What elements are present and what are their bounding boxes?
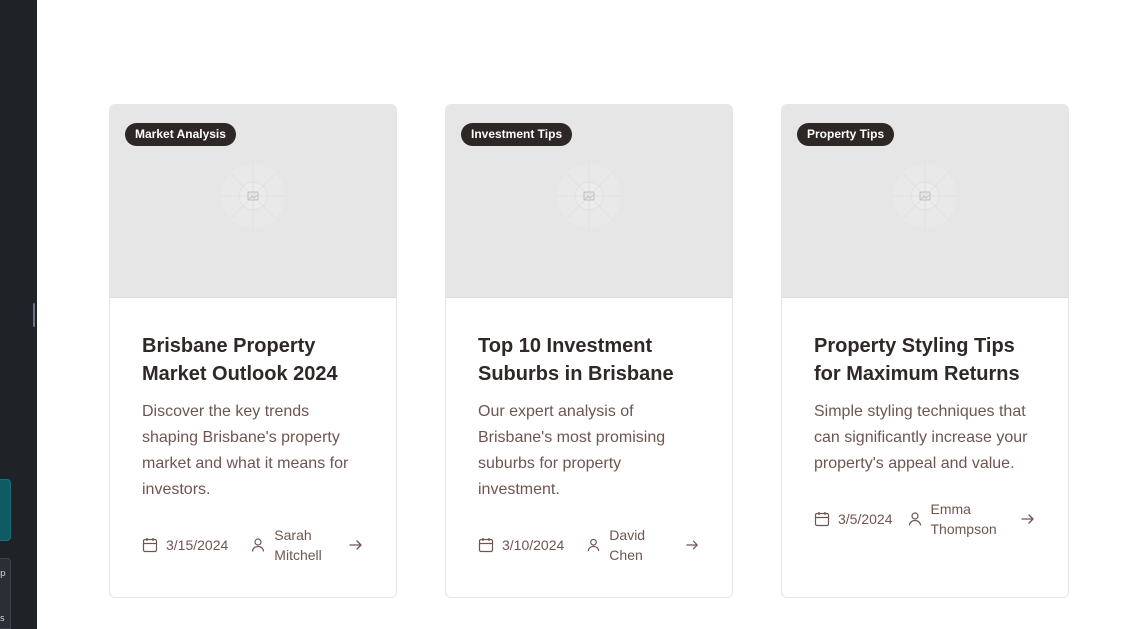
category-badge: Property Tips xyxy=(797,123,895,146)
image-placeholder-icon xyxy=(893,164,957,228)
post-author: Emma Thompson xyxy=(930,501,997,537)
card-image-placeholder: Property Tips xyxy=(782,105,1068,298)
post-date: 3/10/2024 xyxy=(502,537,565,553)
arrow-right-icon[interactable] xyxy=(685,537,700,553)
post-date: 3/15/2024 xyxy=(166,537,229,553)
card-meta: 3/5/2024 Emma Thompson xyxy=(814,499,1036,539)
card-excerpt: Simple styling techniques that can signi… xyxy=(814,403,1028,472)
post-date: 3/5/2024 xyxy=(838,511,893,527)
card-title[interactable]: Property Styling Tips for Maximum Return… xyxy=(814,332,1036,388)
arrow-right-icon[interactable] xyxy=(348,537,364,553)
category-badge: Investment Tips xyxy=(461,123,573,146)
calendar-icon xyxy=(478,538,494,553)
card-meta: 3/15/2024 Sarah Mitchell xyxy=(142,525,364,565)
image-placeholder-icon xyxy=(221,164,285,228)
blog-card[interactable]: Investment Tips Top 10 Investment Suburb… xyxy=(445,104,733,598)
card-excerpt: Discover the key trends shaping Brisbane… xyxy=(142,403,349,498)
user-icon xyxy=(908,512,921,526)
sidebar-resize-handle[interactable] xyxy=(33,303,35,327)
main-content: Market Analysis Brisbane Property Market… xyxy=(37,0,1141,629)
left-sidebar: p s xyxy=(0,0,37,629)
post-author: Sarah Mitchell xyxy=(274,527,322,563)
card-meta: 3/10/2024 David Chen xyxy=(478,525,700,565)
image-placeholder-icon xyxy=(557,164,621,228)
arrow-right-icon[interactable] xyxy=(1020,511,1036,527)
card-title[interactable]: Brisbane Property Market Outlook 2024 xyxy=(142,332,364,388)
card-image-placeholder: Market Analysis xyxy=(110,105,396,298)
sidebar-panel[interactable]: p s xyxy=(0,558,11,629)
user-icon xyxy=(252,538,265,552)
post-author: David Chen xyxy=(609,527,646,563)
blog-card[interactable]: Property Tips Property Styling Tips for … xyxy=(781,104,1069,598)
card-excerpt: Our expert analysis of Brisbane's most p… xyxy=(478,403,666,498)
sidebar-glyph: p xyxy=(0,569,6,579)
sidebar-glyph: s xyxy=(0,614,5,624)
category-badge: Market Analysis xyxy=(125,123,236,146)
card-image-placeholder: Investment Tips xyxy=(446,105,732,298)
calendar-icon xyxy=(142,538,158,553)
card-title[interactable]: Top 10 Investment Suburbs in Brisbane xyxy=(478,332,700,388)
calendar-icon xyxy=(814,512,830,527)
user-icon xyxy=(588,538,600,552)
sidebar-active-item[interactable] xyxy=(0,479,11,541)
blog-card[interactable]: Market Analysis Brisbane Property Market… xyxy=(109,104,397,598)
